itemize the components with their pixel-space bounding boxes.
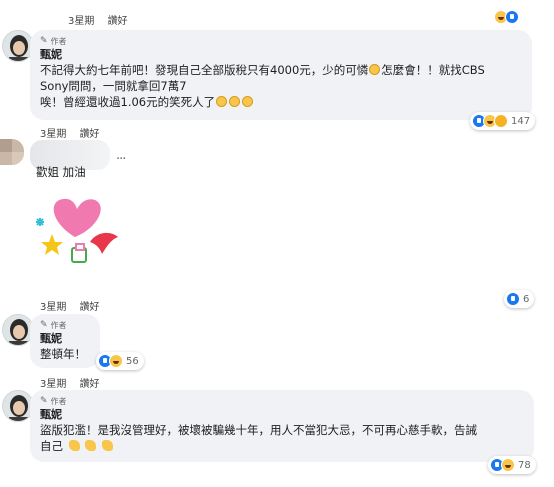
comment-text: 歡姐 加油 (36, 165, 86, 179)
like-reaction-icon (505, 10, 519, 24)
laughing-emoji-icon (242, 96, 254, 107)
comment-text-line: 盜版犯濫！是我沒管理好，被壞被騙幾十年，用人不當犯大忌，不可再心慈手軟，告誡 (40, 423, 477, 437)
timestamp: 3星期 (40, 379, 67, 390)
reaction-summary[interactable]: 147 (470, 112, 536, 130)
like-link[interactable]: 讚好 (80, 302, 100, 313)
comment-meta: 3星期 讚好 (40, 125, 110, 140)
timestamp: 3星期 (40, 129, 67, 140)
comment-bubble: ✎ 作者 甄妮 盜版犯濫！是我沒管理好，被壞被騙幾十年，用人不當犯大忌，不可再心… (30, 390, 534, 462)
comment-meta: 3星期 讚好 (40, 375, 110, 390)
like-link[interactable]: 讚好 (108, 16, 128, 27)
comment-text-line: 怎麼會！！就找CBS (381, 63, 485, 77)
reaction-count: 147 (511, 115, 531, 127)
like-link[interactable]: 讚好 (80, 129, 100, 140)
like-link[interactable]: 讚好 (80, 379, 100, 390)
blurred-avatar-image (0, 139, 24, 165)
reaction-summary[interactable]: 6 (504, 290, 535, 308)
more-options-icon[interactable]: ··· (116, 152, 126, 167)
comment-text: 唉！曾經還收過1.06元的笑死人了 (40, 94, 522, 110)
haha-reaction-icon (109, 354, 123, 368)
comment-author-name[interactable]: 甄妮 (40, 331, 90, 346)
sticker-image (30, 192, 124, 270)
laughing-emoji-icon (229, 96, 241, 107)
like-reaction-icon (506, 292, 520, 306)
comment-text-line: 自己 (40, 439, 63, 453)
muscle-emoji-icon (101, 440, 113, 451)
comment-bubble: ✎ 作者 甄妮 不記得大約七年前吧！發現自己全部版稅只有4000元，少的可憐 怎麼… (30, 30, 532, 120)
author-badge-label: 作者 (50, 321, 67, 330)
haha-reaction-icon (501, 458, 515, 472)
pen-icon: ✎ (40, 396, 48, 406)
comment-meta: 3星期 讚好 (40, 298, 110, 313)
comment-text: 不記得大約七年前吧！發現自己全部版稅只有4000元，少的可憐 怎麼會！！就找CBS (40, 62, 522, 78)
comment-text: 整頓年！ (40, 347, 86, 361)
top-reactions (494, 10, 534, 24)
timestamp: 3星期 (68, 16, 95, 27)
author-badge: ✎ 作者 (40, 36, 522, 47)
author-badge: ✎ 作者 (40, 396, 524, 407)
reaction-count: 56 (126, 355, 139, 367)
care-reaction-icon (494, 114, 508, 128)
avatar[interactable] (0, 139, 24, 165)
pen-icon: ✎ (40, 36, 48, 46)
reaction-count: 6 (523, 293, 530, 305)
reaction-count: 78 (518, 459, 531, 471)
author-badge-label: 作者 (50, 37, 67, 46)
comment-text-line: 不記得大約七年前吧！發現自己全部版稅只有4000元，少的可憐 (40, 63, 369, 77)
pen-icon: ✎ (40, 320, 48, 330)
comment-text-line: Sony問問，一問就拿回7萬7 (40, 79, 187, 93)
muscle-emoji-icon (68, 440, 80, 451)
author-badge: ✎ 作者 (40, 320, 90, 331)
crying-emoji-icon (369, 64, 381, 75)
comment-text-line: 唉！曾經還收過1.06元的笑死人了 (40, 95, 216, 109)
comment-author-name[interactable]: 甄妮 (40, 407, 524, 422)
reaction-summary[interactable]: 56 (96, 352, 144, 370)
comment-text: 自己 (40, 438, 524, 454)
laughing-emoji-icon (216, 96, 228, 107)
top-meta: 3星期 讚好 (68, 12, 138, 27)
muscle-emoji-icon (85, 440, 97, 451)
timestamp: 3星期 (40, 302, 67, 313)
comment-bubble: ✎ 作者 甄妮 整頓年！ (30, 314, 100, 368)
author-badge-label: 作者 (50, 397, 67, 406)
reaction-summary[interactable]: 78 (488, 456, 536, 474)
comment-author-name[interactable]: 甄妮 (40, 47, 522, 62)
